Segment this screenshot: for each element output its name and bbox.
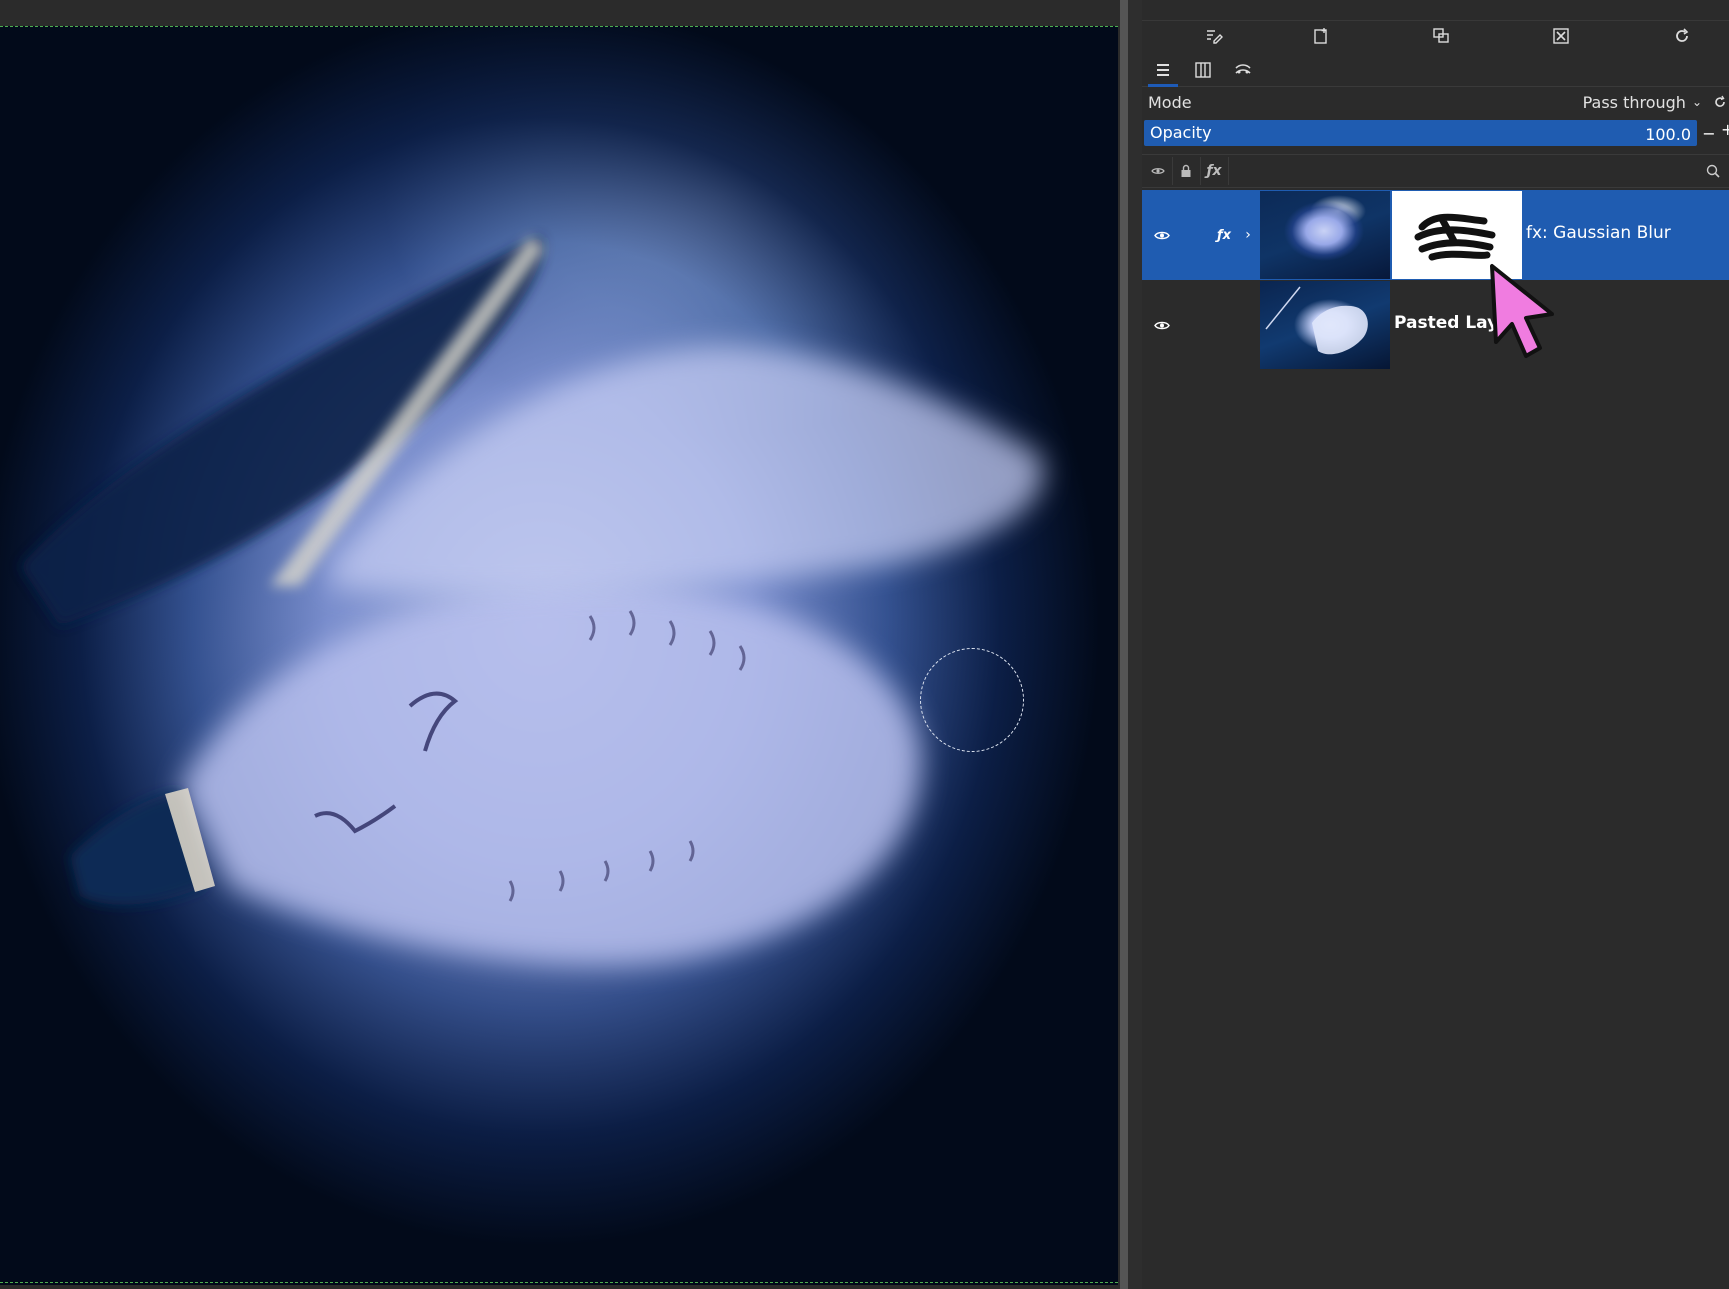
layers-dock: Mode Pass through ⌄ Opacity 100.0 − + ƒx <box>1142 0 1729 1289</box>
layer-thumbnail <box>1260 281 1390 369</box>
duplicate-layer-icon[interactable] <box>1429 24 1453 48</box>
layer-visibility-eye-icon[interactable] <box>1150 313 1174 337</box>
opacity-decrease-button[interactable]: − <box>1699 120 1719 146</box>
eye-icon[interactable] <box>1144 157 1173 185</box>
dock-title-bar <box>1142 0 1729 21</box>
selection-marquee-bottom <box>0 1282 1118 1283</box>
mode-label: Mode <box>1148 93 1192 112</box>
fx-icon[interactable]: ƒx <box>1200 157 1229 185</box>
layer-row[interactable]: Pasted Laye <box>1142 280 1729 370</box>
opacity-label: Opacity <box>1150 123 1212 142</box>
layer-thumbnail <box>1260 191 1390 279</box>
lock-icon[interactable] <box>1172 157 1201 185</box>
canvas-area[interactable] <box>0 0 1120 1289</box>
new-layer-icon[interactable] <box>1309 24 1333 48</box>
reset-mode-icon[interactable] <box>1710 90 1729 114</box>
search-icon[interactable] <box>1703 161 1723 181</box>
opacity-increase-button[interactable]: + <box>1721 120 1729 146</box>
blend-mode-value: Pass through <box>1582 92 1686 112</box>
refresh-icon[interactable] <box>1670 24 1694 48</box>
opacity-slider-fill <box>1144 120 1697 146</box>
dock-tabs <box>1142 54 1729 87</box>
mouse-pointer-icon <box>1490 264 1554 358</box>
pane-splitter-gutter <box>1128 0 1142 1289</box>
edit-layer-attributes-icon[interactable] <box>1202 24 1226 48</box>
chevron-right-icon[interactable]: › <box>1240 223 1256 247</box>
pane-splitter[interactable] <box>1120 0 1128 1289</box>
layers-tab-icon[interactable] <box>1148 56 1178 87</box>
mode-row: Mode Pass through ⌄ <box>1142 88 1729 116</box>
delete-layer-icon[interactable] <box>1549 24 1573 48</box>
canvas-ruler-strip <box>0 0 1120 26</box>
layer-name: fx: Gaussian Blur <box>1526 223 1671 243</box>
paths-tab-icon[interactable] <box>1228 56 1258 84</box>
channels-tab-icon[interactable] <box>1188 56 1218 84</box>
layers-toolbar <box>1142 20 1729 52</box>
brush-outline-cursor <box>920 648 1024 752</box>
layer-visibility-eye-icon[interactable] <box>1150 223 1174 247</box>
selection-marquee-top <box>0 26 1118 27</box>
image-canvas[interactable] <box>0 26 1118 1285</box>
chevron-down-icon: ⌄ <box>1691 95 1702 109</box>
opacity-slider[interactable]: Opacity 100.0 <box>1144 120 1697 146</box>
opacity-row: Opacity 100.0 − + <box>1144 120 1729 146</box>
layer-filter-row: ƒx <box>1142 154 1729 188</box>
blend-mode-dropdown[interactable]: Pass through ⌄ <box>1572 90 1710 114</box>
layer-row[interactable]: ƒx › fx: Gaussian Blur <box>1142 190 1729 280</box>
opacity-value: 100.0 <box>1645 125 1691 144</box>
thumbnail-ray-shape <box>1265 286 1368 355</box>
layer-fx-icon[interactable]: ƒx <box>1212 223 1236 247</box>
